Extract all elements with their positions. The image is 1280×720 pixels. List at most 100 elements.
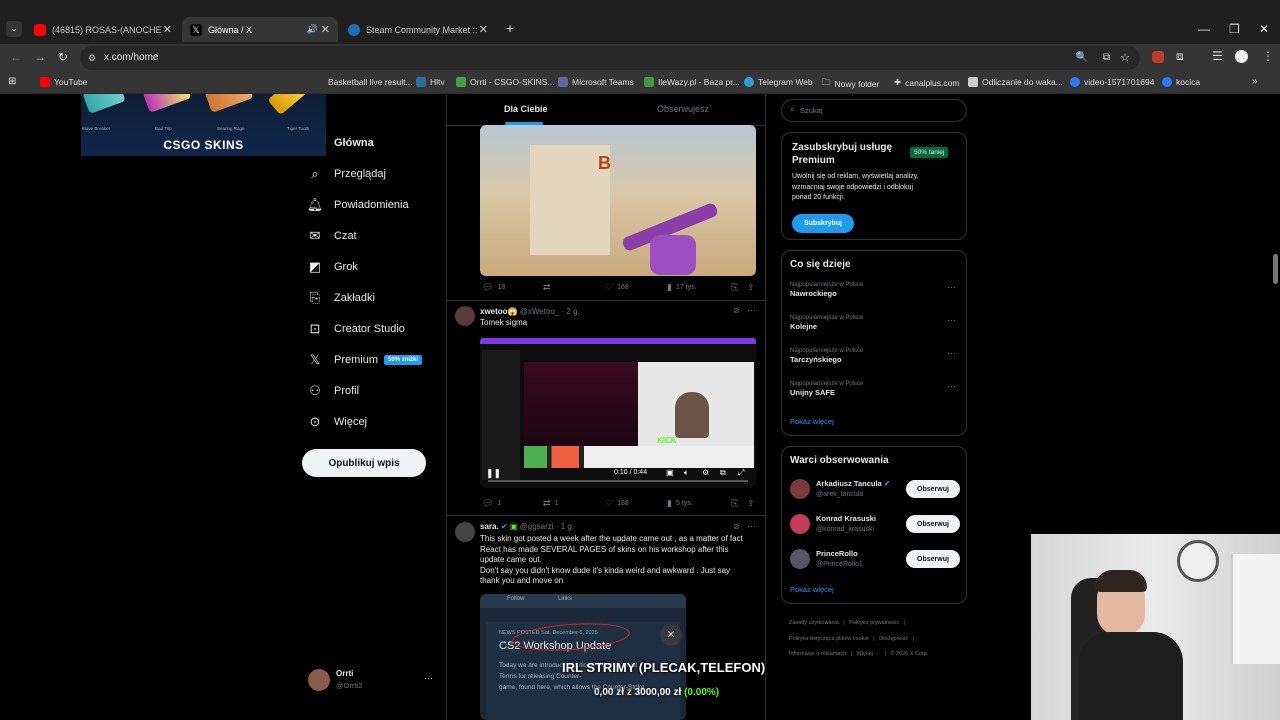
fullscreen-icon[interactable]: ⤢ — [738, 468, 744, 478]
apps-icon[interactable]: ⊞ — [8, 76, 16, 87]
more-bookmarks-icon[interactable]: » — [1252, 76, 1258, 87]
reload-icon[interactable]: ↻ — [58, 50, 68, 64]
window-close-icon[interactable]: ✕ — [1259, 22, 1269, 36]
pip-icon[interactable]: ⧉ — [720, 468, 726, 478]
repost-button[interactable]: ⇄ 1 — [543, 498, 558, 509]
bookmark-teams[interactable]: Microsoft Teams — [558, 77, 634, 87]
bookmark-hltv[interactable]: Hltv — [416, 77, 445, 87]
tweet-more-icon[interactable]: ··· — [747, 305, 756, 315]
minimize-icon[interactable]: — — [1198, 22, 1210, 36]
extension-red-icon[interactable] — [1152, 51, 1164, 63]
bookmark-kocica[interactable]: kocica — [1162, 77, 1200, 87]
follow-button[interactable]: Obserwuj — [906, 515, 960, 533]
trend-more-icon[interactable]: ··· — [947, 381, 956, 391]
restore-icon[interactable]: ❐ — [1229, 22, 1240, 36]
follow-button[interactable]: Obserwuj — [906, 550, 960, 568]
video-progress[interactable] — [488, 480, 748, 482]
footer-link[interactable]: Informacje o reklamach — [789, 651, 846, 657]
footer-link[interactable]: Polityka dotycząca plików cookie — [789, 636, 869, 642]
views-button[interactable]: ▮ 17 tys. — [667, 282, 697, 293]
avatar[interactable] — [455, 522, 475, 542]
trend-more-icon[interactable]: ··· — [947, 315, 956, 325]
grok-icon[interactable]: ⊘ — [733, 306, 740, 315]
nav-grok[interactable]: ◩ Grok — [308, 259, 358, 274]
footer-link[interactable]: Dostępność — [879, 636, 908, 642]
tweet-video[interactable]: KICK ❚❚ 0:10 / 0:44 ▣ 🔈︎ ⚙ ⧉ ⤢ — [480, 336, 756, 488]
author-name[interactable]: xwetoo😱 — [480, 307, 518, 316]
like-button[interactable]: ♡ 168 — [605, 282, 629, 293]
tab-search-button[interactable]: ⌄ — [6, 21, 22, 37]
grok-icon[interactable]: ⊘ — [733, 522, 740, 531]
reply-button[interactable]: 💬︎ 1 — [482, 498, 501, 509]
url-field[interactable]: ⚙ x.com/home 🔍 ⧉ ☆ — [80, 46, 1140, 70]
nav-profile[interactable]: ⚇ Profil — [308, 383, 359, 398]
author-name[interactable]: sara. — [480, 522, 499, 531]
close-icon[interactable]: ✕ — [163, 23, 172, 36]
install-icon[interactable]: ⧉ — [1103, 46, 1110, 70]
forward-icon[interactable]: → — [34, 50, 46, 64]
share-button[interactable]: ⇪ — [747, 498, 759, 509]
tab-youtube[interactable]: (46815) ROSAS-(ANOCHE)(VIDE ✕ — [26, 17, 180, 42]
follow-suggestion[interactable]: Konrad Krasuski @konrad_krasuski Obserwu… — [782, 512, 968, 538]
close-icon[interactable]: ✕ — [479, 23, 488, 36]
tab-steam-market[interactable]: Steam Community Market :: List ✕ — [340, 17, 496, 42]
scrollbar-thumb[interactable] — [1273, 254, 1278, 284]
bookmark-video[interactable]: video-1571701694 — [1070, 77, 1154, 87]
account-switcher[interactable]: Orrti @Orrti2 ··· — [308, 669, 436, 693]
trend-more-icon[interactable]: ··· — [947, 348, 956, 358]
bookmark-button[interactable]: ⎘ — [731, 282, 742, 293]
footer-link[interactable]: Więcej ··· — [857, 651, 881, 657]
bookmark-telegram[interactable]: Telegram Web — [744, 77, 813, 87]
new-tab-button[interactable]: + — [506, 20, 514, 36]
menu-icon[interactable]: ⋮ — [1262, 49, 1274, 63]
subscribe-button[interactable]: Subskrybuj — [792, 214, 854, 233]
star-icon[interactable]: ☆ — [1120, 46, 1130, 70]
tweet-time[interactable]: · 2 g. — [562, 307, 580, 316]
post-button[interactable]: Opublikuj wpis — [302, 449, 426, 477]
tweet-more-icon[interactable]: ··· — [747, 521, 756, 531]
search-box[interactable]: ⌕ Szukaj — [781, 99, 967, 122]
reading-list-icon[interactable]: ☰ — [1212, 49, 1223, 63]
trend-more-icon[interactable]: ··· — [947, 282, 956, 292]
nav-notifications[interactable]: 🔔︎ Powiadomienia — [307, 197, 409, 212]
extensions-icon[interactable]: ⧈ — [1176, 49, 1184, 64]
site-info-icon[interactable]: ⚙ — [88, 46, 96, 70]
bookmark-csgo-skins[interactable]: Orrti - CSGO-SKINS... — [456, 77, 555, 87]
trend-item[interactable]: Najpopularniejsze w Polsce Tarczyńskiego… — [790, 348, 966, 364]
like-button[interactable]: ♡ 188 — [605, 498, 629, 509]
nav-creator-studio[interactable]: ⊡ Creator Studio — [308, 321, 405, 336]
author-handle[interactable]: @ggsarzi — [520, 522, 554, 531]
bookmark-youtube[interactable]: YouTube — [40, 77, 87, 87]
tab-following[interactable]: Obserwujesz — [657, 104, 709, 114]
follow-button[interactable]: Obserwuj — [906, 480, 960, 498]
follow-suggestion[interactable]: Arkadiusz Tancula ✔ @arek_tancula Obserw… — [782, 477, 968, 503]
bookmark-canalplus[interactable]: ✚ canalplus.com — [894, 77, 959, 88]
trends-show-more-link[interactable]: Pokaż więcej — [790, 417, 834, 426]
bookmark-folder[interactable]: 🗀 Nowy folder — [822, 77, 879, 91]
reply-button[interactable]: 💬︎ 18 — [482, 282, 505, 293]
nav-more[interactable]: ⊙ Więcej — [308, 414, 367, 429]
close-icon[interactable]: ✕ — [321, 23, 330, 36]
close-media-icon[interactable]: ✕ — [660, 624, 682, 646]
repost-button[interactable]: ⇄ — [543, 282, 555, 293]
trend-item[interactable]: Najpopularniejsze w Polsce Nawrockiego ·… — [790, 282, 966, 298]
trend-item[interactable]: Najpopularniejsze w Polsce Unijny SAFE ·… — [790, 381, 966, 397]
tweet-image-cs2[interactable]: B — [480, 125, 756, 276]
nav-chat[interactable]: ✉ Czat — [308, 228, 357, 243]
bookmark-odliczanie[interactable]: Odliczanie do waka... — [968, 77, 1063, 87]
follow-show-more-link[interactable]: Pokaż więcej — [790, 585, 834, 594]
author-handle[interactable]: @xWetoo_ — [520, 307, 560, 316]
settings-icon[interactable]: ⚙ — [702, 468, 709, 477]
captions-icon[interactable]: ▣ — [666, 468, 674, 477]
bookmark-ilewazy[interactable]: IleWazy.pl - Baza pr... — [644, 77, 740, 87]
bookmark-button[interactable]: ⎘ — [731, 498, 742, 509]
zoom-icon[interactable]: 🔍 — [1076, 46, 1088, 70]
footer-link[interactable]: Zasady użytkowania — [789, 620, 839, 626]
nav-premium[interactable]: 𝕏 Premium 50% zniżki — [308, 352, 423, 367]
profile-icon[interactable] — [1235, 50, 1248, 63]
speaker-icon[interactable]: 🔊 — [307, 24, 318, 35]
views-button[interactable]: ▮ 5 tys. — [667, 498, 693, 509]
play-pause-icon[interactable]: ❚❚ — [486, 468, 501, 479]
follow-suggestion[interactable]: PrinceRollo @PrinceRollo1 Obserwuj — [782, 547, 968, 573]
tweet-time[interactable]: · 1 g. — [556, 522, 574, 531]
